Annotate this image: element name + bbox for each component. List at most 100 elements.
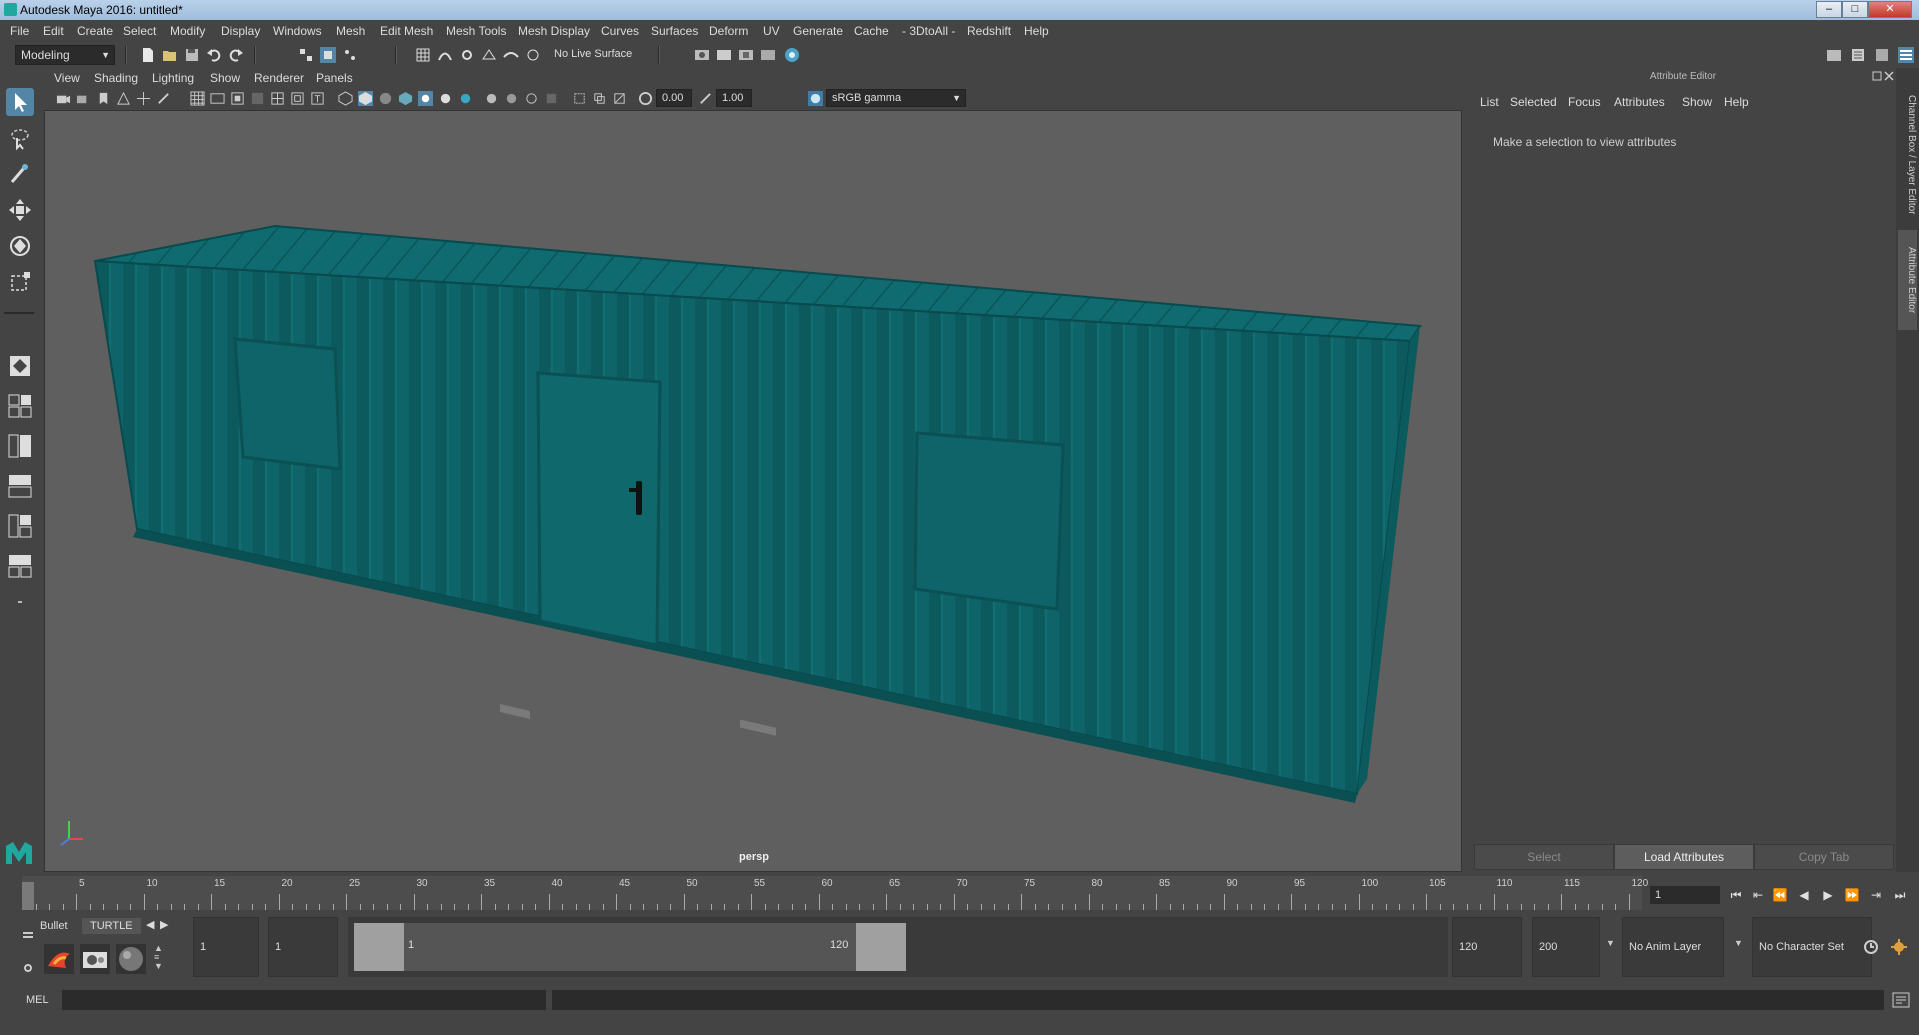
script-language-label[interactable]: MEL [26, 994, 49, 1006]
xray-icon[interactable] [572, 91, 587, 106]
menu-uv[interactable]: UV [763, 24, 780, 38]
toggle-attribute-editor-icon[interactable] [1850, 47, 1866, 63]
command-input[interactable] [62, 990, 546, 1010]
current-time-marker[interactable] [22, 882, 34, 910]
script-editor-icon[interactable] [1892, 992, 1910, 1008]
menu-display[interactable]: Display [221, 24, 260, 38]
grid-toggle-icon[interactable] [190, 91, 205, 106]
go-to-end-icon[interactable]: ⏭ [1892, 888, 1908, 902]
snap-surface-icon[interactable] [503, 47, 519, 63]
go-to-start-icon[interactable]: ⏮ [1728, 888, 1744, 902]
snap-curve-icon[interactable] [437, 47, 453, 63]
range-start-handle[interactable] [354, 923, 404, 971]
persp-outliner-layout-button[interactable] [6, 432, 34, 460]
snap-view-plane-icon[interactable] [481, 47, 497, 63]
move-tool-button[interactable] [6, 196, 34, 224]
playback-start-field[interactable]: 1 [268, 917, 338, 977]
menu-surfaces[interactable]: Surfaces [651, 24, 698, 38]
panel-menu-show[interactable]: Show [210, 71, 240, 85]
range-bar[interactable] [404, 923, 856, 971]
toggle-channel-box-icon[interactable] [1898, 47, 1914, 63]
film-gate-icon[interactable] [210, 91, 225, 106]
hypershade-layout-button[interactable] [6, 512, 34, 540]
shadows-icon[interactable] [438, 91, 453, 106]
menu-curves[interactable]: Curves [601, 24, 639, 38]
step-forward-key-icon[interactable]: ⇥ [1868, 888, 1884, 902]
shelf-scroll-right-icon[interactable]: ▶ [160, 918, 168, 931]
use-all-lights-icon[interactable] [418, 91, 433, 106]
attr-menu-focus[interactable]: Focus [1568, 95, 1601, 109]
render-frame-icon[interactable] [716, 47, 732, 63]
live-surface-icon[interactable] [525, 47, 541, 63]
menu-mesh-tools[interactable]: Mesh Tools [446, 24, 506, 38]
new-scene-icon[interactable] [140, 47, 156, 63]
attr-menu-help[interactable]: Help [1724, 95, 1749, 109]
time-ruler[interactable]: 1510152025303540455055606570758085909510… [22, 876, 1648, 910]
render-setup-icon[interactable] [80, 944, 110, 974]
menu-help[interactable]: Help [1024, 24, 1049, 38]
minimize-button[interactable]: – [1816, 1, 1842, 18]
grease-pencil-icon[interactable] [156, 91, 171, 106]
gate-mask-icon[interactable] [250, 91, 265, 106]
screen-space-ao-icon[interactable] [458, 91, 473, 106]
time-slider[interactable]: 1510152025303540455055606570758085909510… [0, 872, 1919, 914]
snap-grid-icon[interactable] [415, 47, 431, 63]
textured-icon[interactable] [398, 91, 413, 106]
xray-components-icon[interactable] [612, 91, 627, 106]
animation-preferences-icon[interactable] [1890, 938, 1908, 956]
close-button[interactable]: ✕ [1868, 1, 1912, 18]
select-button[interactable]: Select [1474, 844, 1614, 870]
float-panel-icon[interactable] [1872, 71, 1882, 81]
shelf-menu-icon[interactable] [20, 920, 36, 976]
select-object-icon[interactable] [320, 47, 336, 63]
select-tool-button[interactable] [6, 88, 34, 116]
play-forwards-icon[interactable]: ▶ [1820, 888, 1836, 902]
exposure-input[interactable]: 0.00 [656, 89, 692, 107]
rotate-tool-button[interactable] [6, 232, 34, 260]
render-settings-icon[interactable] [694, 47, 710, 63]
maximize-button[interactable]: □ [1842, 1, 1868, 18]
menu-3dtoall[interactable]: - 3DtoAll - [902, 24, 955, 38]
color-space-dropdown[interactable]: sRGB gamma ▼ [826, 89, 966, 107]
attr-menu-show[interactable]: Show [1682, 95, 1712, 109]
load-attributes-button[interactable]: Load Attributes [1614, 844, 1754, 870]
smooth-shade-icon[interactable] [358, 91, 373, 106]
select-hierarchy-icon[interactable] [298, 47, 314, 63]
hypershade-icon[interactable] [784, 47, 800, 63]
save-scene-icon[interactable] [184, 47, 200, 63]
current-frame-field[interactable]: 1 [1650, 886, 1720, 904]
menu-deform[interactable]: Deform [709, 24, 748, 38]
menu-select[interactable]: Select [123, 24, 156, 38]
shelf-scroll-left-icon[interactable]: ◀ [146, 918, 154, 931]
uv-editor-layout-button[interactable] [6, 552, 34, 580]
depth-of-field-icon[interactable] [524, 91, 539, 106]
menu-create[interactable]: Create [77, 24, 113, 38]
motion-blur-icon[interactable] [484, 91, 499, 106]
paint-select-tool-button[interactable] [6, 160, 34, 188]
select-camera-icon[interactable] [56, 91, 71, 106]
panel-menu-view[interactable]: View [54, 71, 80, 85]
copy-tab-button[interactable]: Copy Tab [1754, 844, 1894, 870]
undo-icon[interactable] [206, 47, 222, 63]
shelf-tab-turtle[interactable]: TURTLE [82, 918, 141, 934]
menu-set-dropdown[interactable]: Modeling ▼ [15, 45, 115, 65]
ipr-render-icon[interactable] [738, 47, 754, 63]
gamma-input[interactable]: 1.00 [716, 89, 752, 107]
xray-joints-icon[interactable] [592, 91, 607, 106]
open-scene-icon[interactable] [162, 47, 178, 63]
auto-key-icon[interactable] [1862, 938, 1880, 956]
lasso-tool-button[interactable] [6, 124, 34, 152]
workspace-icon[interactable] [1826, 47, 1842, 63]
panel-menu-lighting[interactable]: Lighting [152, 71, 194, 85]
range-slider[interactable]: 1 120 [348, 917, 1448, 977]
isolate-select-icon[interactable] [544, 91, 559, 106]
menu-file[interactable]: File [10, 24, 29, 38]
panel-menu-shading[interactable]: Shading [94, 71, 138, 85]
wireframe-icon[interactable] [338, 91, 353, 106]
two-d-pan-icon[interactable] [136, 91, 151, 106]
anim-start-field[interactable]: 1 [193, 917, 259, 977]
channel-box-tab[interactable]: Channel Box / Layer Editor [1898, 80, 1917, 230]
select-component-icon[interactable] [342, 47, 358, 63]
anim-end-field[interactable]: 200 [1532, 917, 1600, 977]
menu-modify[interactable]: Modify [170, 24, 205, 38]
